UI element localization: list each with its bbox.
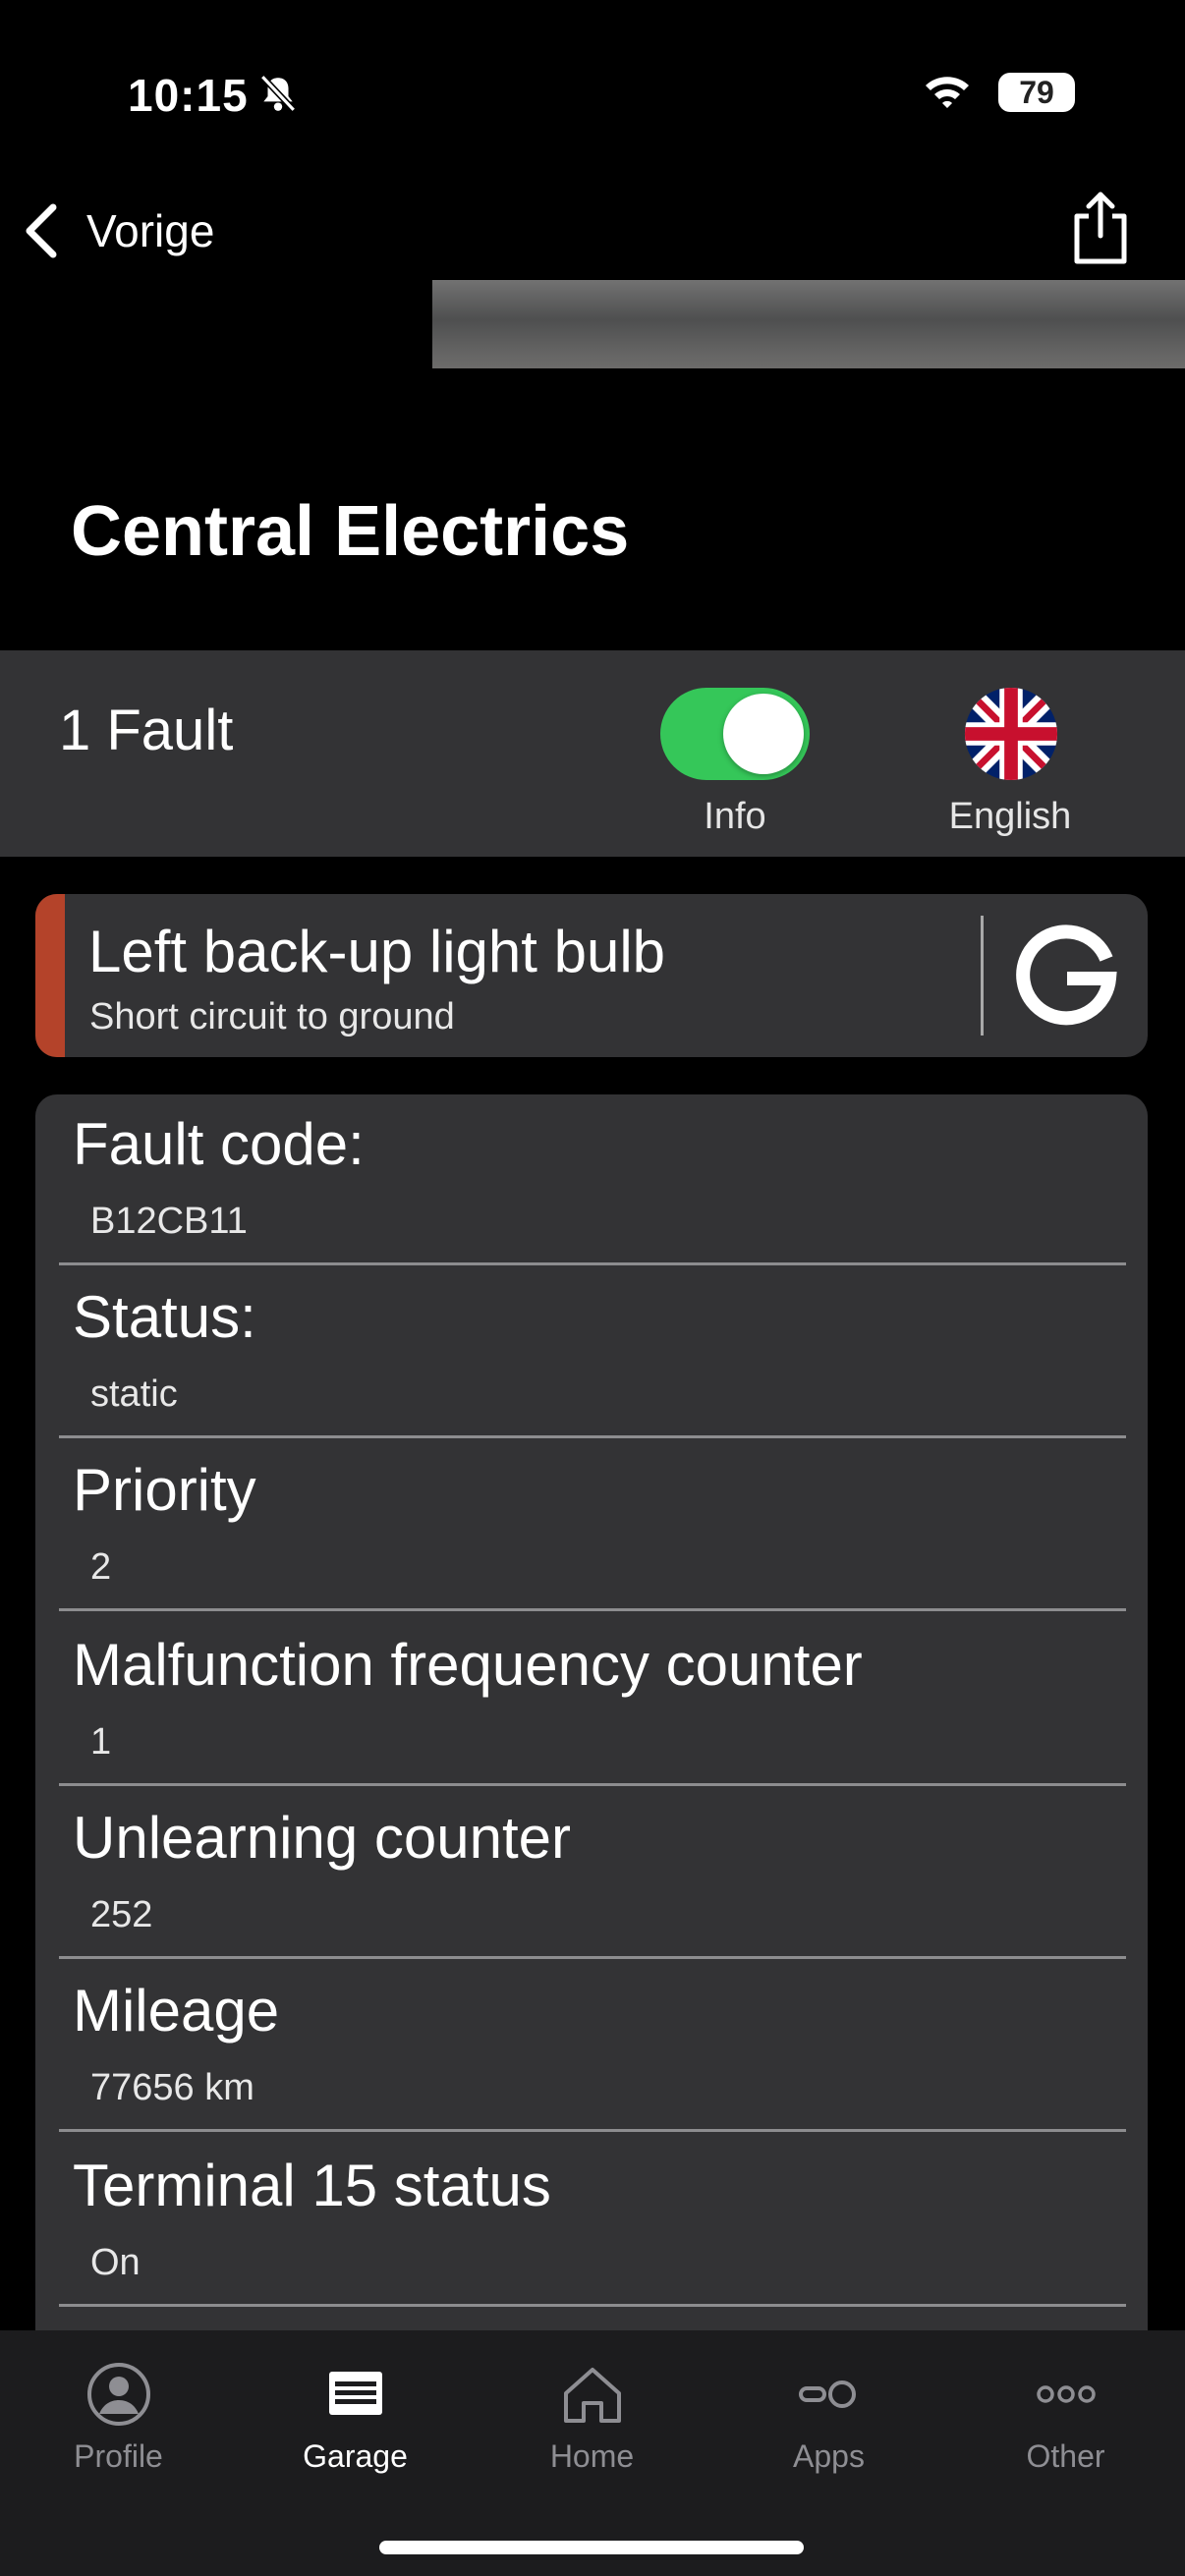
detail-label: Fault code: <box>73 1111 365 1177</box>
tab-garage[interactable]: Garage <box>237 2330 474 2507</box>
language-label: English <box>948 796 1072 837</box>
google-search-icon[interactable] <box>1012 920 1120 1032</box>
fault-count: 1 Fault <box>59 699 234 762</box>
detail-value: 1 <box>90 1721 112 1763</box>
detail-label: Malfunction frequency counter <box>73 1632 863 1698</box>
detail-label: Priority <box>73 1457 256 1523</box>
fault-card[interactable]: Left back-up light bulb Short circuit to… <box>35 894 1148 1057</box>
info-toggle[interactable] <box>660 688 810 780</box>
detail-label: Mileage <box>73 1978 280 2044</box>
toggle-knob <box>723 694 804 774</box>
fault-summary-bar: 1 Fault Info English <box>0 650 1185 857</box>
wifi-icon <box>926 77 969 108</box>
detail-row: Unlearning counter 252 <box>59 1788 1126 1959</box>
uk-flag-icon[interactable] <box>963 686 1059 782</box>
fault-details-panel: Fault code: B12CB11 Status: static Priority 2… <box>35 1094 1148 2352</box>
tab-profile[interactable]: Profile <box>0 2330 237 2507</box>
card-divider <box>981 916 984 1036</box>
tab-label: Apps <box>793 2438 865 2474</box>
bell-slash-icon <box>259 75 297 112</box>
tab-other[interactable]: Other <box>947 2330 1184 2507</box>
detail-label: Status: <box>73 1284 256 1350</box>
person-icon <box>86 2363 150 2426</box>
page-title: Central Electrics <box>71 492 630 571</box>
detail-row: Malfunction frequency counter 1 <box>59 1615 1126 1786</box>
chevron-left-icon <box>26 203 57 258</box>
detail-row: Fault code: B12CB11 <box>59 1094 1126 1265</box>
more-icon <box>1036 2385 1096 2403</box>
tab-apps[interactable]: Apps <box>710 2330 947 2507</box>
detail-row: Priority 2 <box>59 1440 1126 1611</box>
detail-value: 2 <box>90 1546 112 1588</box>
detail-value: 252 <box>90 1894 153 1935</box>
garage-icon <box>328 2372 382 2415</box>
house-icon <box>563 2368 621 2423</box>
detail-value: 77656 km <box>90 2067 254 2108</box>
detail-row: Status: static <box>59 1267 1126 1438</box>
fault-severity-accent <box>35 894 65 1057</box>
detail-label: Terminal 15 status <box>73 2153 551 2218</box>
home-indicator <box>379 2541 804 2554</box>
fault-description: Short circuit to ground <box>89 996 455 1037</box>
tab-home[interactable]: Home <box>474 2330 710 2507</box>
fault-name: Left back-up light bulb <box>88 919 666 984</box>
hero-image: 10:15 79 Vorige Central Electrics <box>0 0 1185 650</box>
battery-indicator: 79 <box>998 73 1075 112</box>
tab-label: Garage <box>303 2438 408 2474</box>
info-toggle-label: Info <box>704 796 766 837</box>
tab-label: Other <box>1026 2438 1105 2474</box>
detail-row: Terminal 15 status On <box>59 2136 1126 2307</box>
tab-label: Profile <box>74 2438 163 2474</box>
detail-row: Mileage 77656 km <box>59 1961 1126 2132</box>
tab-label: Home <box>549 2438 635 2474</box>
detail-label: Unlearning counter <box>73 1805 571 1871</box>
back-label: Vorige <box>86 205 215 256</box>
detail-value: On <box>90 2242 141 2283</box>
back-button[interactable]: Vorige <box>22 196 214 265</box>
detail-value: B12CB11 <box>90 1201 248 1242</box>
status-time: 10:15 <box>128 70 249 121</box>
apps-icon <box>798 2380 856 2408</box>
detail-value: static <box>90 1373 178 1415</box>
share-icon[interactable] <box>1069 189 1132 265</box>
tab-bar: Profile Garage Home Apps Other <box>0 2330 1185 2576</box>
